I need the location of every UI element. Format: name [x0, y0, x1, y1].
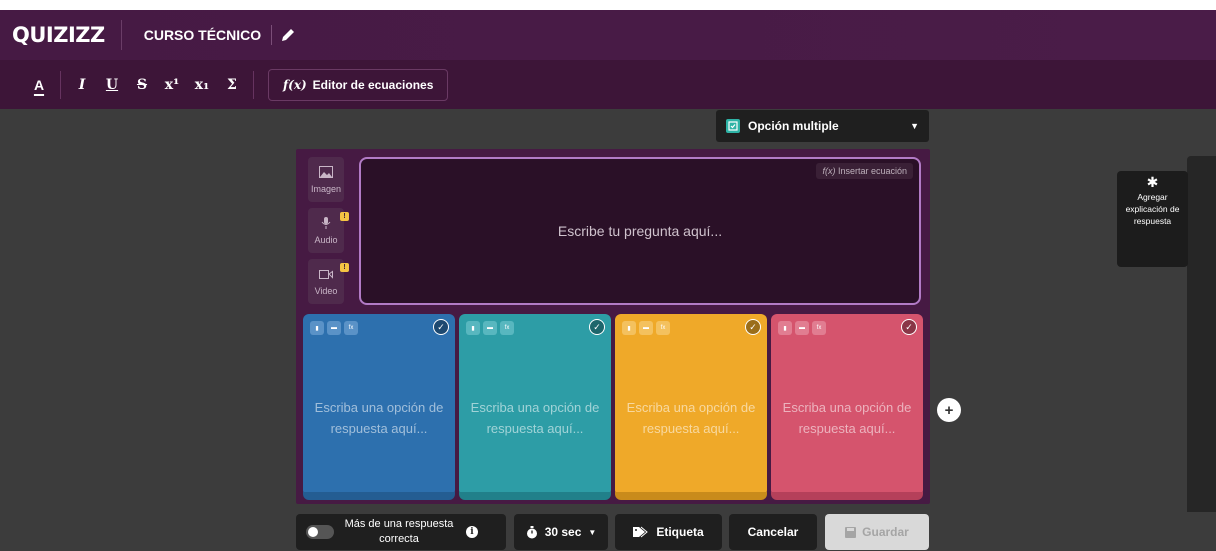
text-color-button[interactable]: A	[24, 70, 54, 100]
equation-editor-button[interactable]: f(x) Editor de ecuaciones	[268, 68, 449, 101]
answer-placeholder: Escriba una opción de respuesta aquí...	[314, 400, 444, 436]
multiple-correct-toggle[interactable]	[306, 525, 334, 539]
add-explanation-button[interactable]: ✱ Agregar explicación de respuesta	[1117, 171, 1188, 267]
multiple-correct-control: Más de una respuesta correcta i	[296, 514, 506, 550]
format-toolbar: A I U S x¹ x₁ Σ f(x) Editor de ecuacione…	[0, 60, 1216, 109]
answer-placeholder: Escriba una opción de respuesta aquí...	[782, 400, 912, 436]
mark-correct-icon[interactable]: ✓	[745, 319, 761, 335]
insert-equation-button[interactable]: f(x) Insertar ecuación	[816, 163, 913, 179]
tag-icon	[633, 526, 649, 538]
checkbox-icon	[726, 119, 740, 133]
header-bar: QUIZIZZ CURSO TÉCNICO	[0, 10, 1216, 60]
underline-button[interactable]: U	[97, 70, 127, 100]
add-video-button[interactable]: Video !	[308, 259, 349, 304]
answer-option-4[interactable]: ▮ ▬ fx ✓ Escriba una opción de respuesta…	[771, 314, 923, 500]
toolbar-divider	[60, 70, 61, 99]
add-audio-button[interactable]: Audio !	[308, 208, 349, 253]
tag-label: Etiqueta	[656, 525, 704, 539]
answer-placeholder: Escriba una opción de respuesta aquí...	[626, 400, 756, 436]
save-button[interactable]: Guardar	[825, 514, 929, 550]
cancel-label: Cancelar	[747, 525, 799, 539]
add-explanation-label: Agregar explicación de respuesta	[1125, 192, 1180, 226]
stopwatch-icon	[526, 525, 537, 538]
plus-icon: +	[944, 401, 954, 419]
delete-option-icon[interactable]: ▮	[622, 321, 636, 335]
italic-button[interactable]: I	[67, 70, 97, 100]
side-panel	[1187, 156, 1216, 512]
subscript-button[interactable]: x₁	[187, 70, 217, 100]
video-icon	[319, 269, 333, 279]
question-type-label: Opción multiple	[748, 119, 839, 133]
tag-button[interactable]: Etiqueta	[615, 514, 722, 550]
chevron-down-icon: ▼	[588, 527, 597, 537]
equation-editor-label: Editor de ecuaciones	[312, 77, 434, 92]
toolbar-divider	[253, 70, 254, 99]
symbols-button[interactable]: Σ	[217, 70, 247, 100]
chevron-down-icon: ▼	[910, 121, 919, 131]
question-placeholder: Escribe tu pregunta aquí...	[557, 223, 723, 239]
equation-option-icon[interactable]: fx	[344, 321, 358, 335]
image-icon	[319, 165, 333, 178]
floppy-disk-icon	[845, 526, 857, 538]
mark-correct-icon[interactable]: ✓	[433, 319, 449, 335]
answer-card-edge	[615, 492, 767, 500]
timer-dropdown[interactable]: 30 sec ▼	[514, 514, 608, 550]
info-icon[interactable]: i	[466, 526, 478, 538]
strikethrough-button[interactable]: S	[127, 70, 157, 100]
add-option-button[interactable]: +	[937, 398, 961, 422]
premium-badge-icon: !	[340, 263, 349, 272]
video-label: Video	[314, 285, 338, 296]
title-divider	[271, 25, 273, 45]
delete-option-icon[interactable]: ▮	[778, 321, 792, 335]
question-input[interactable]: Escribe tu pregunta aquí... f(x) Inserta…	[359, 157, 921, 305]
answer-option-3[interactable]: ▮ ▬ fx ✓ Escriba una opción de respuesta…	[615, 314, 767, 500]
equation-option-icon[interactable]: fx	[812, 321, 826, 335]
equation-option-icon[interactable]: fx	[500, 321, 514, 335]
image-label: Imagen	[310, 183, 342, 194]
window-top-strip	[0, 0, 1216, 10]
audio-label: Audio	[314, 234, 338, 245]
question-editor: Imagen Audio ! Video ! Escribe tu pregun…	[296, 149, 930, 504]
timer-label: 30 sec	[544, 525, 582, 539]
pencil-icon[interactable]	[280, 27, 296, 43]
answer-option-1[interactable]: ▮ ▬ fx ✓ Escriba una opción de respuesta…	[303, 314, 455, 500]
delete-option-icon[interactable]: ▮	[466, 321, 480, 335]
lightbulb-icon: ✱	[1146, 174, 1159, 190]
multiple-correct-label: Más de una respuesta correcta	[344, 518, 454, 545]
delete-option-icon[interactable]: ▮	[310, 321, 324, 335]
cancel-button[interactable]: Cancelar	[729, 514, 817, 550]
answer-card-edge	[459, 492, 611, 500]
image-option-icon[interactable]: ▬	[483, 321, 497, 335]
answer-placeholder: Escriba una opción de respuesta aquí...	[470, 400, 600, 436]
answer-card-edge	[303, 492, 455, 500]
insert-equation-label: Insertar ecuación	[837, 166, 907, 176]
premium-badge-icon: !	[340, 212, 349, 221]
microphone-icon	[321, 216, 331, 229]
function-icon: f(x)	[822, 166, 838, 176]
mark-correct-icon[interactable]: ✓	[901, 319, 917, 335]
image-option-icon[interactable]: ▬	[639, 321, 653, 335]
header-divider	[120, 20, 122, 50]
equation-option-icon[interactable]: fx	[656, 321, 670, 335]
save-label: Guardar	[862, 525, 909, 539]
image-option-icon[interactable]: ▬	[795, 321, 809, 335]
answer-option-2[interactable]: ▮ ▬ fx ✓ Escriba una opción de respuesta…	[459, 314, 611, 500]
quizizz-logo[interactable]: QUIZIZZ	[12, 23, 105, 47]
mark-correct-icon[interactable]: ✓	[589, 319, 605, 335]
image-option-icon[interactable]: ▬	[327, 321, 341, 335]
superscript-button[interactable]: x¹	[157, 70, 187, 100]
question-type-dropdown[interactable]: Opción multiple ▼	[716, 110, 929, 142]
quiz-title[interactable]: CURSO TÉCNICO	[144, 27, 261, 43]
answer-card-edge	[771, 492, 923, 500]
add-image-button[interactable]: Imagen	[308, 157, 344, 202]
function-icon: f(x)	[283, 77, 307, 92]
